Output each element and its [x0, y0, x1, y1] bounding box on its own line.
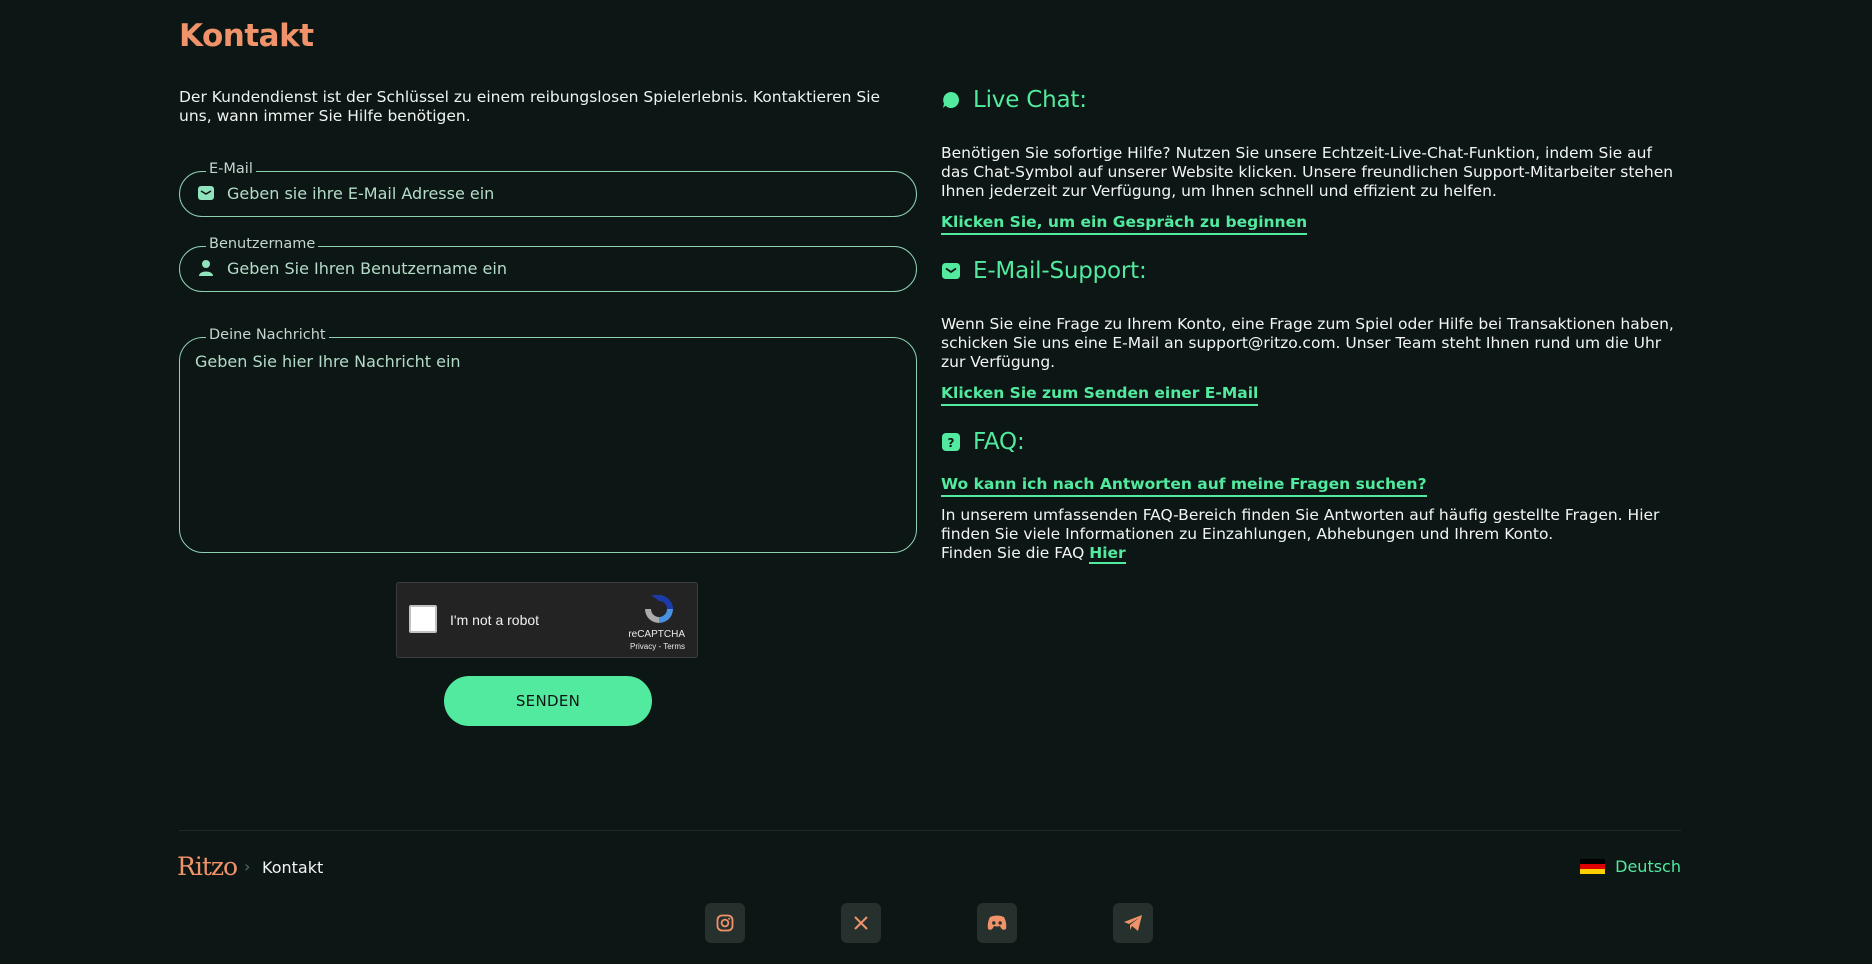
svg-text:?: ?	[948, 436, 955, 450]
live-chat-heading: Live Chat:	[941, 87, 1087, 113]
envelope-icon	[197, 184, 215, 202]
email-label: E-Mail	[206, 161, 256, 177]
username-label: Benutzername	[206, 236, 319, 252]
faq-text: In unserem umfassenden FAQ-Bereich finde…	[941, 506, 1681, 564]
intro-text: Der Kundendienst ist der Schlüssel zu ei…	[179, 88, 881, 125]
faq-here-link[interactable]: Hier	[1089, 544, 1126, 564]
live-chat-text: Benötigen Sie sofortige Hilfe? Nutzen Si…	[941, 144, 1674, 200]
telegram-icon	[1124, 915, 1142, 931]
discord-button[interactable]	[977, 903, 1017, 943]
chevron-right-icon: ›	[244, 857, 251, 876]
faq-question-link[interactable]: Wo kann ich nach Antworten auf meine Fra…	[941, 475, 1427, 497]
captcha-checkbox[interactable]	[409, 605, 437, 633]
message-placeholder: Geben Sie hier Ihre Nachricht ein	[195, 352, 461, 371]
ritzo-logo[interactable]: Ritzo	[177, 852, 238, 881]
x-button[interactable]	[841, 903, 881, 943]
faq-heading: ? FAQ:	[941, 429, 1025, 455]
question-icon: ?	[941, 432, 961, 452]
instagram-button[interactable]	[705, 903, 745, 943]
username-placeholder: Geben Sie Ihren Benutzername ein	[227, 259, 507, 278]
live-chat-title: Live Chat:	[973, 87, 1087, 113]
faq-title: FAQ:	[973, 429, 1025, 455]
language-selector[interactable]: Deutsch	[1580, 857, 1681, 876]
language-label: Deutsch	[1615, 857, 1681, 876]
email-field[interactable]: E-Mail Geben sie ihre E-Mail Adresse ein	[179, 161, 917, 217]
message-textarea[interactable]: Deine Nachricht Geben Sie hier Ihre Nach…	[179, 327, 917, 553]
recaptcha-icon	[642, 592, 676, 626]
telegram-button[interactable]	[1113, 903, 1153, 943]
captcha-brand: reCAPTCHA	[628, 629, 685, 640]
envelope-icon	[941, 261, 961, 281]
chat-bubble-icon	[941, 90, 961, 110]
footer-divider	[179, 830, 1681, 831]
email-support-title: E-Mail-Support:	[973, 258, 1147, 284]
contact-page: Kontakt Der Kundendienst ist der Schlüss…	[0, 0, 1872, 964]
discord-icon	[987, 915, 1007, 930]
message-label: Deine Nachricht	[206, 327, 329, 343]
start-chat-link[interactable]: Klicken Sie, um ein Gespräch zu beginnen	[941, 213, 1308, 235]
username-field[interactable]: Benutzername Geben Sie Ihren Benutzernam…	[179, 236, 917, 292]
captcha-label: I'm not a robot	[450, 612, 540, 628]
recaptcha-widget: I'm not a robot reCAPTCHA Privacy - Term…	[396, 582, 698, 658]
email-placeholder: Geben sie ihre E-Mail Adresse ein	[227, 184, 495, 203]
faq-find-prefix: Finden Sie die FAQ	[941, 544, 1090, 562]
page-title: Kontakt	[179, 18, 314, 54]
captcha-terms-link[interactable]: Terms	[663, 642, 685, 651]
german-flag-icon	[1580, 859, 1606, 874]
email-support-text: Wenn Sie eine Frage zu Ihrem Konto, eine…	[941, 315, 1674, 371]
faq-description: In unserem umfassenden FAQ-Bereich finde…	[941, 506, 1660, 543]
send-email-link[interactable]: Klicken Sie zum Senden einer E-Mail	[941, 384, 1259, 406]
user-icon	[197, 259, 215, 277]
breadcrumb-current: Kontakt	[262, 858, 324, 877]
send-button[interactable]: SENDEN	[444, 676, 652, 726]
captcha-links: Privacy - Terms	[630, 642, 685, 651]
email-support-heading: E-Mail-Support:	[941, 258, 1147, 284]
x-icon	[854, 916, 868, 930]
captcha-privacy-link[interactable]: Privacy	[630, 642, 656, 651]
instagram-icon	[716, 914, 734, 932]
